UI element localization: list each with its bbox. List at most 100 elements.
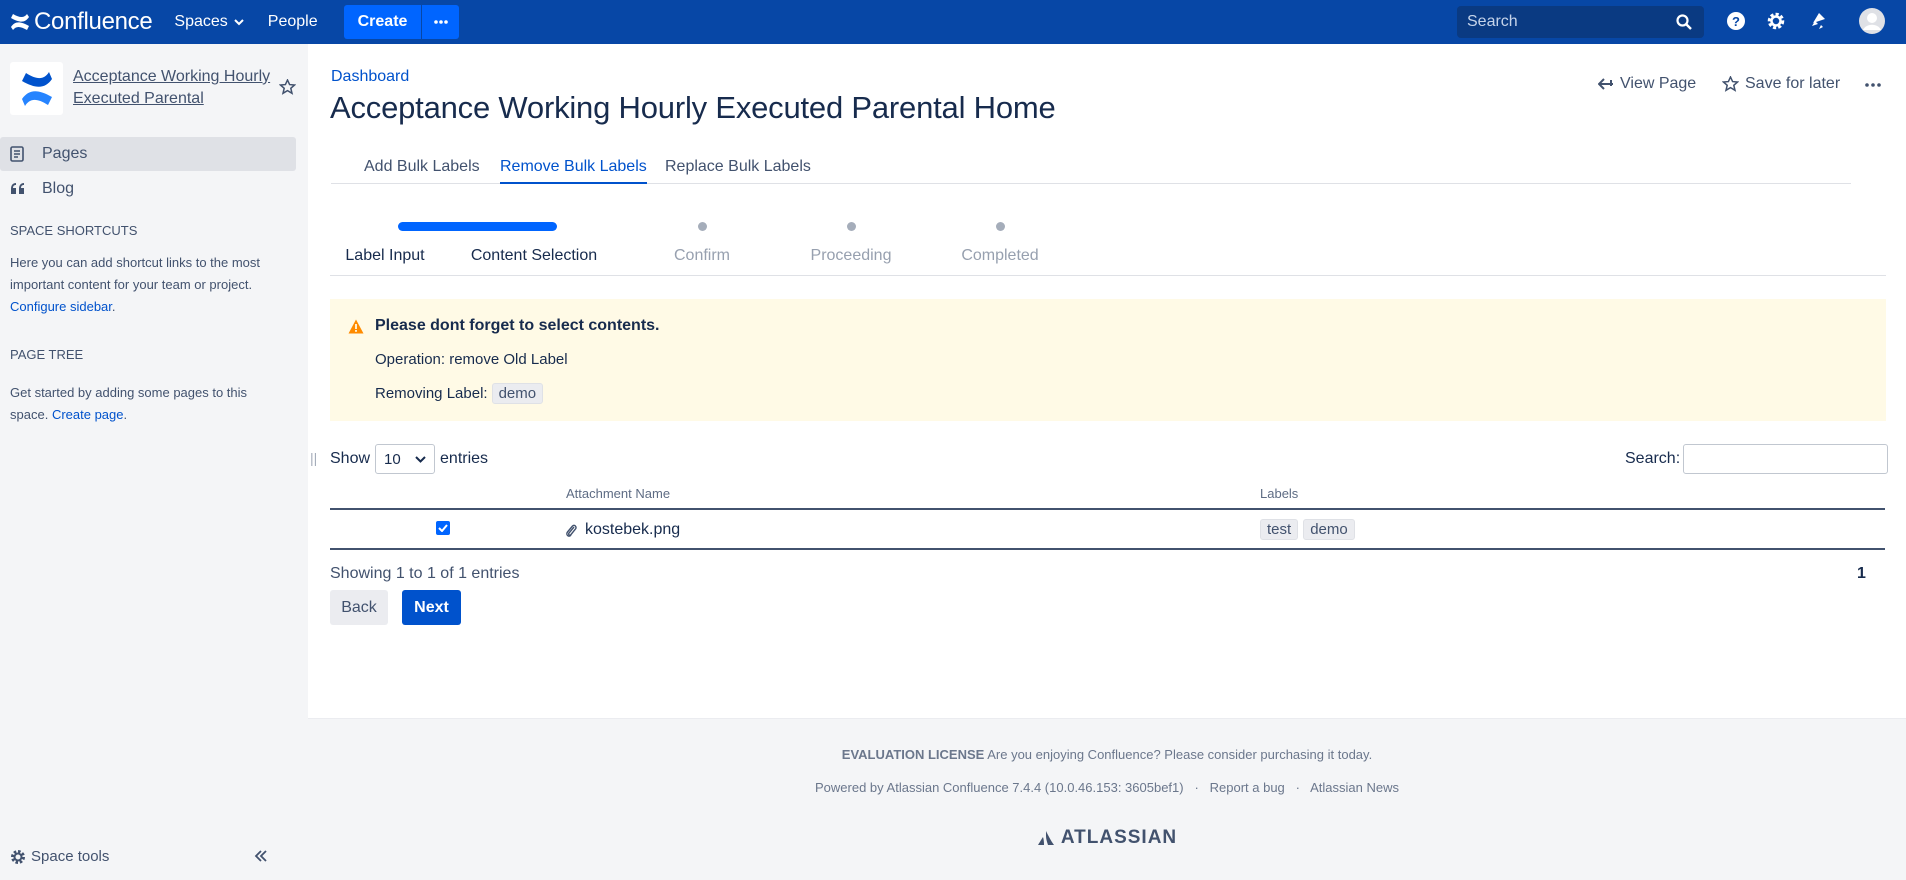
sidebar-item-label: Blog bbox=[42, 180, 75, 197]
people-label: People bbox=[267, 13, 318, 30]
paperclip-icon bbox=[566, 524, 577, 537]
spaces-label: Spaces bbox=[174, 13, 228, 30]
svg-text:?: ? bbox=[1732, 14, 1740, 29]
sidebar-item-label: Pages bbox=[42, 145, 88, 162]
table-search-input[interactable] bbox=[1683, 444, 1889, 474]
chevron-down-icon bbox=[415, 455, 426, 463]
collapse-sidebar-icon[interactable] bbox=[254, 850, 268, 862]
step-dot bbox=[846, 222, 856, 231]
attachment-name[interactable]: kostebek.png bbox=[585, 521, 680, 539]
tab-remove-bulk-labels[interactable]: Remove Bulk Labels bbox=[500, 158, 647, 184]
warning-operation: Operation: remove Old Label bbox=[375, 351, 568, 368]
space-tools-button[interactable]: Space tools bbox=[10, 848, 109, 865]
step-dot bbox=[995, 222, 1005, 231]
powered-by-link[interactable]: Powered by Atlassian Confluence 7.4.4 (1… bbox=[815, 780, 1184, 795]
progress-tracker: Label Input Content Selection Confirm Pr… bbox=[330, 218, 1886, 276]
create-page-link[interactable]: Create page bbox=[52, 407, 124, 422]
attachments-table: Attachment Name Labels kostebek.png test… bbox=[330, 478, 1885, 550]
page-tree-description: Get started by adding some pages to this… bbox=[10, 385, 248, 422]
avatar[interactable] bbox=[1859, 8, 1885, 34]
step-label: Confirm bbox=[673, 247, 730, 264]
step-confirm: Confirm bbox=[627, 218, 777, 265]
bulk-label-tabs: Add Bulk Labels Remove Bulk Labels Repla… bbox=[331, 154, 1851, 184]
search-placeholder: Search bbox=[1467, 13, 1518, 30]
license-label: EVALUATION LICENSE bbox=[841, 747, 985, 762]
show-label: Show bbox=[330, 450, 371, 467]
star-icon bbox=[1722, 76, 1739, 92]
step-label: Content Selection bbox=[470, 247, 598, 264]
sidebar-item-pages[interactable]: Pages bbox=[0, 137, 296, 171]
warning-removing-label: Removing Label: demo bbox=[375, 383, 544, 404]
atlassian-logo[interactable]: ATLASSIAN bbox=[308, 827, 1906, 849]
create-button-group: Create bbox=[343, 5, 460, 39]
notifications-icon[interactable] bbox=[1810, 11, 1828, 31]
atlassian-news-link[interactable]: Atlassian News bbox=[1310, 780, 1399, 795]
next-button[interactable]: Next bbox=[402, 590, 461, 625]
space-shortcuts-heading: SPACE SHORTCUTS bbox=[10, 223, 138, 238]
spaces-menu[interactable]: Spaces bbox=[174, 13, 244, 31]
step-label: Proceeding bbox=[810, 247, 892, 264]
step-content-selection: Content Selection bbox=[454, 218, 614, 265]
more-dots-icon bbox=[434, 20, 448, 24]
quote-icon bbox=[10, 182, 28, 196]
report-bug-link[interactable]: Report a bug bbox=[1210, 780, 1285, 795]
warning-icon bbox=[348, 319, 364, 334]
star-icon[interactable] bbox=[279, 79, 296, 95]
chevron-down-icon bbox=[234, 18, 244, 25]
top-navigation-bar: Confluence Spaces People Create Search ? bbox=[0, 0, 1906, 44]
save-for-later-button[interactable]: Save for later bbox=[1722, 75, 1840, 93]
save-for-later-label: Save for later bbox=[1745, 75, 1841, 92]
page-title: Acceptance Working Hourly Executed Paren… bbox=[330, 90, 1056, 125]
entries-length-control: Show 10 entries bbox=[330, 444, 488, 474]
tab-replace-bulk-labels[interactable]: Replace Bulk Labels bbox=[665, 158, 811, 182]
warning-title: Please dont forget to select contents. bbox=[375, 317, 660, 334]
view-page-label: View Page bbox=[1620, 75, 1697, 92]
atlassian-logo-icon bbox=[1037, 831, 1054, 845]
column-header-attachment-name[interactable]: Attachment Name bbox=[566, 486, 670, 501]
footer: EVALUATION LICENSE Are you enjoying Conf… bbox=[308, 718, 1906, 880]
gear-icon[interactable] bbox=[1766, 11, 1786, 31]
back-button[interactable]: Back bbox=[330, 590, 388, 625]
label-lozenge[interactable]: test bbox=[1260, 519, 1299, 540]
pagination-current-page[interactable]: 1 bbox=[1857, 565, 1866, 583]
space-tools-label: Space tools bbox=[31, 848, 110, 865]
step-label: Completed bbox=[961, 247, 1039, 264]
more-actions-icon[interactable] bbox=[1865, 83, 1881, 87]
entries-select[interactable]: 10 bbox=[375, 444, 436, 474]
tab-add-bulk-labels[interactable]: Add Bulk Labels bbox=[364, 158, 480, 182]
attachment-name-cell: kostebek.png bbox=[565, 521, 680, 539]
space-logo[interactable] bbox=[10, 62, 63, 115]
create-more-button[interactable] bbox=[421, 5, 460, 39]
create-button[interactable]: Create bbox=[343, 5, 422, 39]
label-lozenge[interactable]: demo bbox=[1303, 519, 1355, 540]
page-tree-text: Get started by adding some pages to this… bbox=[10, 385, 248, 422]
resize-handle[interactable]: || bbox=[310, 450, 317, 466]
search-icon[interactable] bbox=[1676, 14, 1692, 30]
view-page-button[interactable]: View Page bbox=[1598, 75, 1696, 93]
brand-name: Confluence bbox=[34, 8, 153, 35]
atlassian-wordmark: ATLASSIAN bbox=[1060, 827, 1178, 848]
table-header: Attachment Name Labels bbox=[330, 478, 1885, 510]
confluence-logo[interactable]: Confluence bbox=[10, 8, 153, 36]
breadcrumb[interactable]: Dashboard bbox=[331, 68, 409, 86]
license-text: Are you enjoying Confluence? Please cons… bbox=[987, 747, 1373, 762]
help-icon[interactable]: ? bbox=[1726, 11, 1746, 31]
labels-cell: test demo bbox=[1260, 519, 1355, 540]
space-sidebar: Acceptance Working Hourly Executed Paren… bbox=[0, 44, 308, 880]
checkmark-icon bbox=[438, 524, 448, 532]
configure-sidebar-link[interactable]: Configure sidebar bbox=[10, 299, 112, 314]
confluence-logo-icon bbox=[11, 14, 29, 30]
table-search-label: Search: bbox=[1625, 450, 1681, 467]
row-checkbox[interactable] bbox=[436, 521, 450, 535]
table-row: kostebek.png test demo bbox=[330, 510, 1885, 550]
search-input[interactable]: Search bbox=[1457, 6, 1704, 38]
step-proceeding: Proceeding bbox=[776, 218, 926, 265]
people-link[interactable]: People bbox=[268, 13, 318, 31]
sidebar-item-blog[interactable]: Blog bbox=[0, 172, 296, 206]
confluence-space-icon bbox=[21, 71, 52, 106]
space-name-link[interactable]: Acceptance Working Hourly Executed Paren… bbox=[73, 66, 273, 110]
table-info: Showing 1 to 1 of 1 entries bbox=[330, 565, 520, 582]
column-header-labels[interactable]: Labels bbox=[1260, 486, 1298, 501]
space-shortcuts-text: Here you can add shortcut links to the m… bbox=[10, 255, 261, 314]
step-label-input: Label Input bbox=[310, 218, 460, 265]
